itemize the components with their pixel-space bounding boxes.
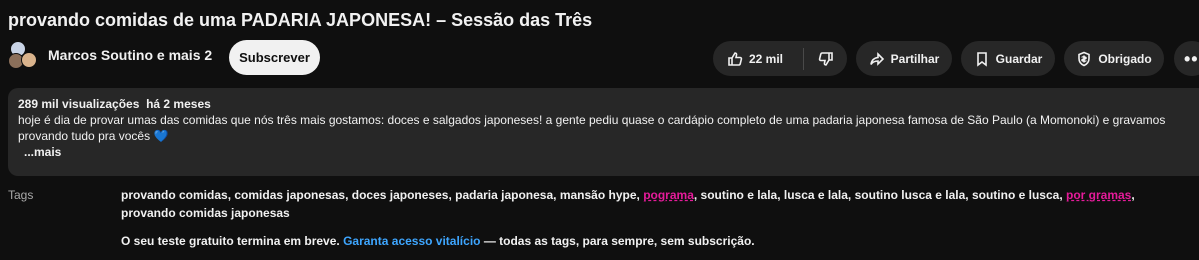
thanks-label: Obrigado: [1098, 51, 1152, 66]
thumbs-up-icon: [728, 51, 743, 66]
more-actions-button[interactable]: •••: [1174, 41, 1199, 76]
like-count: 22 mil: [749, 51, 784, 66]
view-count: 289 mil visualizações: [18, 97, 140, 111]
like-button[interactable]: 22 mil: [713, 41, 803, 76]
misspelled-tag-pograma: pograma: [643, 188, 694, 202]
share-button[interactable]: Partilhar: [856, 41, 952, 76]
dislike-button[interactable]: [804, 41, 847, 76]
super-thanks-icon: [1078, 51, 1091, 66]
share-label: Partilhar: [890, 51, 940, 66]
save-label: Guardar: [995, 51, 1043, 66]
channel-avatar[interactable]: [8, 40, 38, 70]
video-title: provando comidas de uma PADARIA JAPONESA…: [8, 10, 593, 30]
misspelled-tag-por-gramas: por gramas: [1066, 188, 1132, 202]
subscribe-button[interactable]: Subscrever: [229, 40, 320, 75]
description-text: hoje é dia de provar umas das comidas qu…: [18, 113, 1166, 143]
like-dislike-group: 22 mil: [713, 41, 847, 76]
channel-name[interactable]: Marcos Soutino e mais 2: [48, 47, 212, 63]
thanks-button[interactable]: Obrigado: [1064, 41, 1164, 76]
tags-list: provando comidas, comidas japonesas, doc…: [121, 188, 1135, 220]
share-icon: [869, 51, 884, 66]
description-box[interactable]: 289 mil visualizações há 2 meses hoje é …: [8, 88, 1199, 176]
description-meta: 289 mil visualizações há 2 meses: [18, 96, 1198, 112]
thumbs-down-icon: [818, 51, 833, 66]
tags-label: Tags: [8, 188, 34, 202]
save-button[interactable]: Guardar: [961, 41, 1055, 76]
trial-notice: O seu teste gratuito termina em breve. G…: [121, 234, 755, 248]
lifetime-access-link[interactable]: Garanta acesso vitalício: [343, 234, 480, 248]
more-dots-icon: •••: [1184, 48, 1199, 69]
show-more-link[interactable]: ...mais: [18, 144, 1198, 160]
channel-owner: Marcos Soutino e mais 2: [8, 40, 212, 70]
bookmark-icon: [976, 51, 987, 67]
upload-age: há 2 meses: [146, 97, 211, 111]
blue-heart-emoji: 💙: [153, 129, 169, 143]
